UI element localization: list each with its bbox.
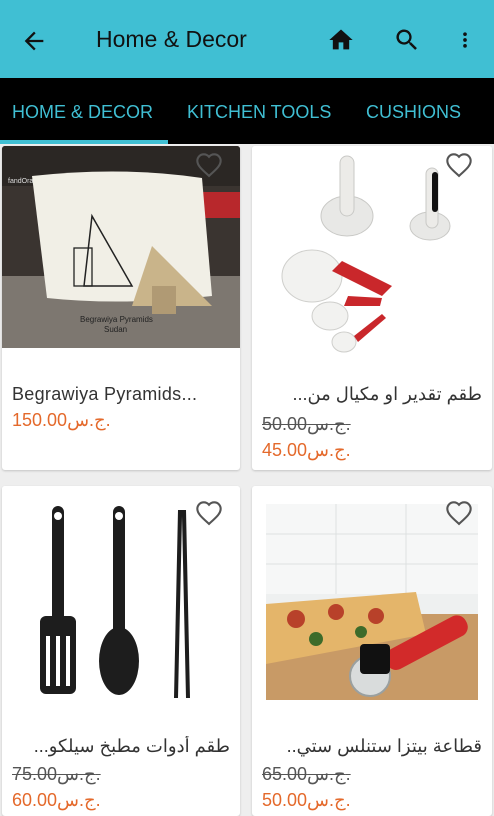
image-caption-sub: Sudan [104,325,127,334]
category-tabs: HOME & DECOR KITCHEN TOOLS CUSHIONS [0,78,494,144]
back-arrow-icon[interactable] [20,27,48,55]
product-name: طقم تقدير او مكيال من... [292,384,482,404]
product-price: 150.00ج.س. [12,410,111,430]
favorite-heart-icon[interactable] [194,152,224,180]
active-tab-indicator [0,140,168,144]
product-old-price: 65.00ج.س. [262,764,351,784]
product-old-price: 75.00ج.س. [12,764,101,784]
product-name: طقم أدوات مطبخ سيلكو... [33,736,230,756]
image-caption: Begrawiya Pyramids [80,315,153,324]
image-watermark: fandOra [8,178,33,185]
favorite-heart-icon[interactable] [194,500,224,528]
product-card[interactable]: قطاعة بيتزا ستنلس ستي.. 65.00ج.س. 50.00ج… [252,486,492,816]
search-icon[interactable] [393,26,421,54]
product-card[interactable]: fandOra Begrawiya Pyramids Sudan Begrawi… [2,146,240,470]
product-price: 50.00ج.س. [262,790,351,810]
tab-cushions[interactable]: CUSHIONS [366,102,461,123]
home-icon[interactable] [326,26,356,54]
more-vert-icon[interactable] [455,26,475,54]
product-price: 45.00ج.س. [262,440,351,460]
product-name: قطاعة بيتزا ستنلس ستي.. [286,736,482,756]
favorite-heart-icon[interactable] [444,152,474,180]
page-title: Home & Decor [96,26,247,52]
product-card[interactable]: طقم أدوات مطبخ سيلكو... 75.00ج.س. 60.00ج… [2,486,240,816]
product-name: Begrawiya Pyramids... [12,384,198,404]
app-bar: Home & Decor [0,0,494,78]
product-card[interactable]: طقم تقدير او مكيال من... 50.00ج.س. 45.00… [252,146,492,470]
product-image [266,504,478,700]
tab-kitchen-tools[interactable]: KITCHEN TOOLS [187,102,331,123]
product-old-price: 50.00ج.س. [262,414,351,434]
tab-home-decor[interactable]: HOME & DECOR [12,102,153,123]
product-price: 60.00ج.س. [12,790,101,810]
favorite-heart-icon[interactable] [444,500,474,528]
